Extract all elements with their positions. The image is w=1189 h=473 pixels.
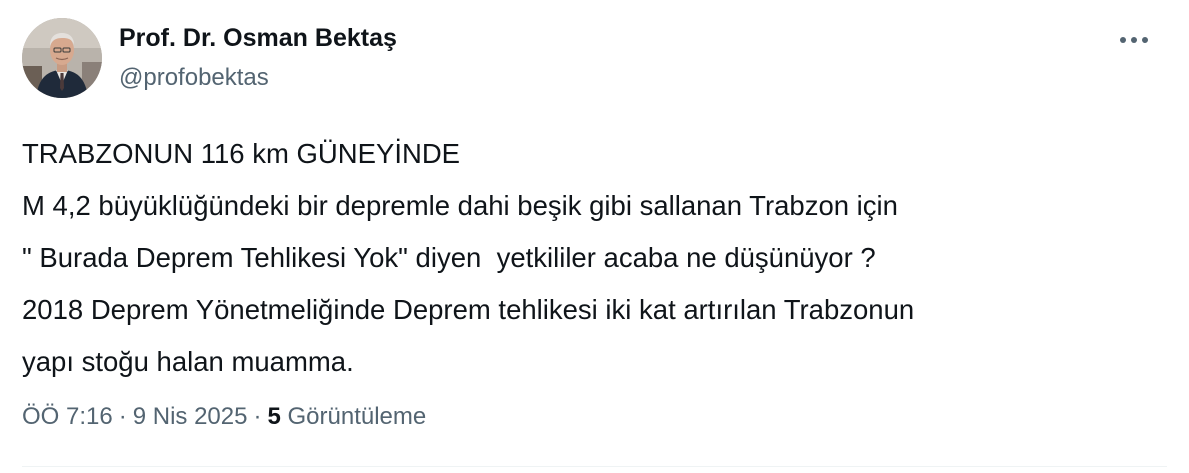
tweet-time[interactable]: ÖÖ 7:16 bbox=[22, 403, 113, 430]
tweet-text-line: yapı stoğu halan muamma. bbox=[22, 346, 354, 377]
author-display-name[interactable]: Prof. Dr. Osman Bektaş bbox=[119, 22, 397, 54]
tweet-metadata: ÖÖ 7:16 · 9 Nis 2025 · 5 Görüntüleme bbox=[22, 398, 426, 436]
tweet-text-line: 2018 Deprem Yönetmeliğinde Deprem tehlik… bbox=[22, 294, 915, 325]
divider bbox=[22, 466, 1167, 467]
avatar-photo bbox=[22, 18, 102, 98]
avatar[interactable] bbox=[22, 18, 102, 98]
more-options-button[interactable] bbox=[1112, 26, 1156, 54]
tweet-card: Prof. Dr. Osman Bektaş @profobektas TRAB… bbox=[0, 0, 1189, 473]
meta-separator: · bbox=[118, 403, 127, 430]
tweet-text: TRABZONUN 116 km GÜNEYİNDE M 4,2 büyüklü… bbox=[22, 128, 1172, 388]
views-count: 5 bbox=[267, 403, 281, 430]
tweet-text-line: TRABZONUN 116 km GÜNEYİNDE bbox=[22, 138, 461, 169]
views-label: Görüntüleme bbox=[287, 403, 427, 430]
tweet-text-line: M 4,2 büyüklüğündeki bir depremle dahi b… bbox=[22, 190, 898, 221]
tweet-date[interactable]: 9 Nis 2025 bbox=[133, 403, 248, 430]
meta-separator: · bbox=[253, 403, 262, 430]
more-horizontal-icon bbox=[1120, 37, 1148, 43]
author-handle[interactable]: @profobektas bbox=[119, 62, 269, 94]
tweet-text-line: " Burada Deprem Tehlikesi Yok" diyen yet… bbox=[22, 242, 876, 273]
